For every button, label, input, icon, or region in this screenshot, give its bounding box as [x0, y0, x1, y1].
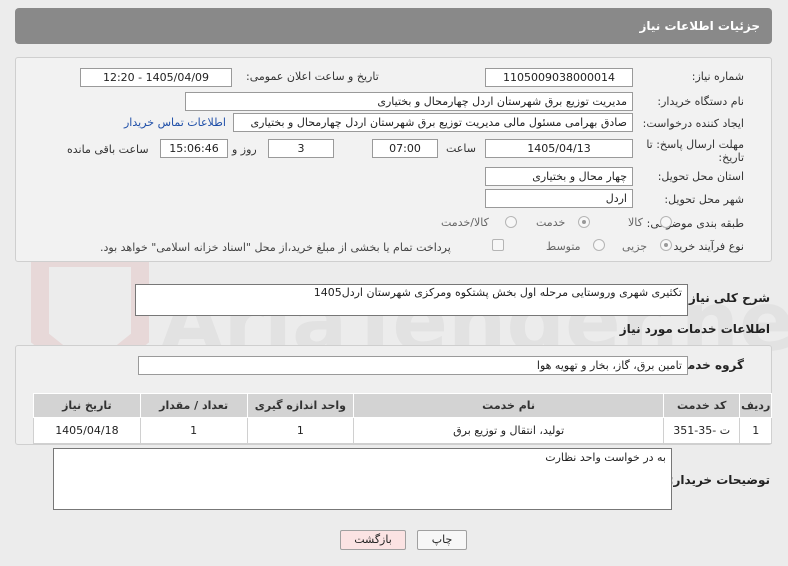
process-option-minor: جزیی — [622, 240, 648, 253]
process-radio-medium[interactable] — [593, 239, 605, 251]
city-field: اردل — [485, 189, 633, 208]
need-number-field: 1105009038000014 — [485, 68, 633, 87]
cell-unit: 1 — [246, 417, 355, 444]
table-header-row: ردیف کد خدمت نام خدمت واحد اندازه گیری ت… — [33, 393, 772, 418]
process-radio-minor[interactable] — [660, 239, 672, 251]
cell-row-number: 1 — [739, 417, 772, 444]
column-header-need-date: تاریخ نیاز — [33, 393, 141, 418]
category-radio-goods[interactable] — [660, 216, 672, 228]
column-header-row-number: ردیف — [739, 393, 772, 418]
deadline-label: مهلت ارسال پاسخ: تا تاریخ: — [646, 138, 744, 164]
table-row: 1 ت -35-351 تولید، انتقال و توزیع برق 1 … — [33, 417, 772, 444]
column-header-service-name: نام خدمت — [353, 393, 664, 418]
back-button[interactable]: بازگشت — [340, 530, 406, 550]
deadline-time-field: 07:00 — [372, 139, 438, 158]
buyer-org-field: مدیریت توزیع برق شهرستان اردل چهارمحال و… — [185, 92, 633, 111]
summary-label: شرح کلی نیاز: — [684, 291, 770, 305]
category-radio-service[interactable] — [578, 216, 590, 228]
process-label: نوع فرآیند خرید : — [666, 240, 744, 253]
category-option-goods-service: کالا/خدمت — [441, 216, 489, 229]
services-section-title: اطلاعات خدمات مورد نیاز — [619, 322, 770, 336]
summary-field: تکثیری شهری وروستایی مرحله اول بخش پشتکو… — [135, 284, 688, 316]
buyer-notes-label: توضیحات خریدار: — [668, 473, 770, 487]
cell-quantity: 1 — [139, 417, 248, 444]
contact-buyer-link[interactable]: اطلاعات تماس خریدار — [124, 116, 226, 129]
days-field: 3 — [268, 139, 334, 158]
column-header-service-code: کد خدمت — [662, 393, 741, 418]
cell-service-name: تولید، انتقال و توزیع برق — [353, 417, 664, 444]
remaining-label: ساعت باقی مانده — [67, 143, 149, 156]
province-field: چهار محال و بختیاری — [485, 167, 633, 186]
announce-label: تاریخ و ساعت اعلان عمومی: — [246, 70, 379, 83]
city-label: شهر محل تحویل: — [664, 193, 744, 206]
days-label: روز و — [232, 143, 257, 156]
buyer-org-label: نام دستگاه خریدار: — [657, 95, 744, 108]
time-label: ساعت — [446, 142, 476, 155]
treasury-payment-checkbox[interactable] — [492, 239, 504, 251]
process-option-medium: متوسط — [546, 240, 581, 253]
deadline-date-field: 1405/04/13 — [485, 139, 633, 158]
category-radio-goods-service[interactable] — [505, 216, 517, 228]
need-number-label: شماره نیاز: — [691, 70, 744, 83]
category-option-goods: کالا — [628, 216, 643, 229]
treasury-payment-note: پرداخت تمام یا بخشی از مبلغ خرید،از محل … — [100, 241, 451, 254]
print-button[interactable]: چاپ — [417, 530, 467, 550]
services-table: ردیف کد خدمت نام خدمت واحد اندازه گیری ت… — [33, 393, 772, 444]
cell-need-date: 1405/04/18 — [33, 417, 141, 444]
buyer-notes-field: به در خواست واحد نظارت — [53, 448, 672, 510]
category-option-service: خدمت — [536, 216, 566, 229]
cell-service-code: ت -35-351 — [662, 417, 741, 444]
column-header-quantity: تعداد / مقدار — [139, 393, 248, 418]
column-header-unit: واحد اندازه گیری — [246, 393, 355, 418]
announce-field: 1405/04/09 - 12:20 — [80, 68, 232, 87]
service-group-field: تامین برق، گاز، بخار و تهویه هوا — [138, 356, 688, 375]
page-title: جزئیات اطلاعات نیاز — [639, 19, 760, 33]
page-header: جزئیات اطلاعات نیاز — [15, 8, 772, 44]
creator-field: صادق بهرامی مسئول مالی مدیریت توزیع برق … — [233, 113, 633, 132]
province-label: استان محل تحویل: — [657, 170, 744, 183]
remaining-time-field: 15:06:46 — [160, 139, 228, 158]
creator-label: ایجاد کننده درخواست: — [642, 117, 744, 130]
